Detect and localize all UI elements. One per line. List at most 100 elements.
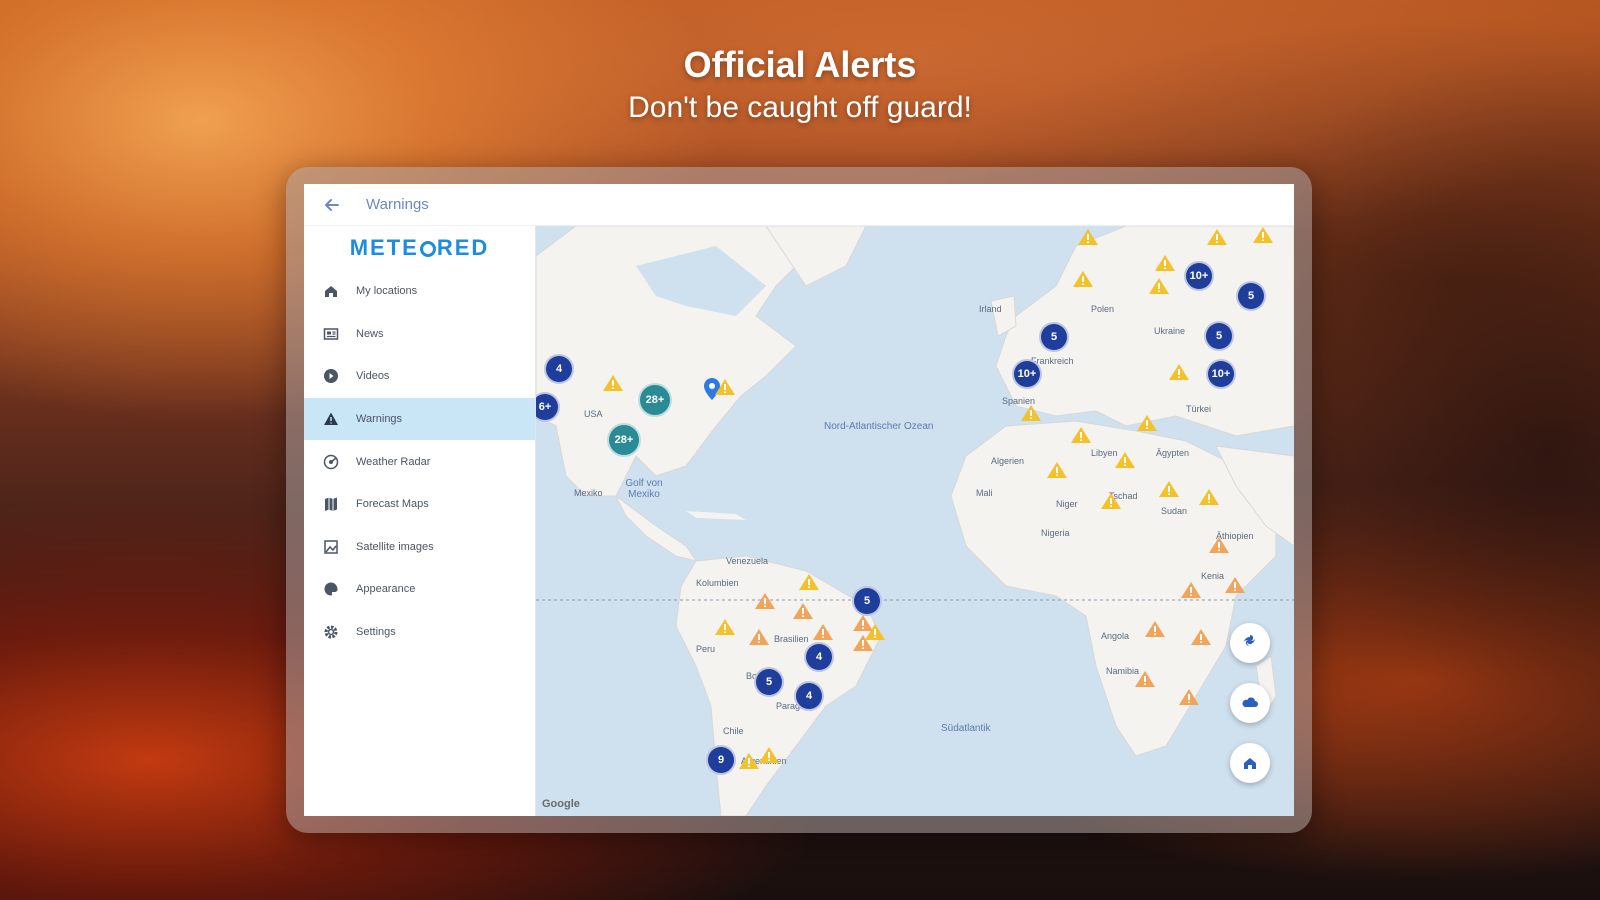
sidebar-item-label: My locations xyxy=(356,285,418,298)
map-icon xyxy=(322,495,340,513)
gear-icon xyxy=(322,623,340,641)
sidebar-item-weather-radar[interactable]: Weather Radar xyxy=(304,440,535,483)
meteored-logo: METE RED xyxy=(349,235,490,260)
orange-warning-icon[interactable] xyxy=(754,592,776,610)
country-label: Polen xyxy=(1091,304,1115,314)
warning-cluster[interactable]: 4 xyxy=(794,681,824,711)
orange-warning-icon[interactable] xyxy=(852,634,874,652)
orange-warning-icon[interactable] xyxy=(1180,581,1202,599)
warning-cluster[interactable]: 5 xyxy=(754,667,784,697)
sidebar-item-label: Videos xyxy=(356,370,390,383)
yellow-warning-icon[interactable] xyxy=(1100,492,1122,510)
palette-icon xyxy=(322,580,340,598)
warning-cluster[interactable]: 5 xyxy=(1204,321,1234,351)
sidebar-item-settings[interactable]: Settings xyxy=(304,611,535,654)
sidebar-item-label: News xyxy=(356,327,384,340)
orange-warning-icon[interactable] xyxy=(1190,628,1212,646)
country-label: Nigeria xyxy=(1041,528,1070,538)
sidebar-item-label: Appearance xyxy=(356,583,416,596)
app-screen: Warnings METE RED My locations News Video… xyxy=(304,184,1294,816)
hurricane-icon[interactable] xyxy=(1230,623,1270,663)
sidebar: METE RED My locations News Videos Warning… xyxy=(304,226,536,816)
yellow-warning-icon[interactable] xyxy=(1077,228,1099,246)
yellow-warning-icon[interactable] xyxy=(1198,488,1220,506)
sidebar-item-label: Settings xyxy=(356,626,396,639)
warning-icon xyxy=(322,410,340,428)
yellow-warning-icon[interactable] xyxy=(1046,461,1068,479)
warning-cluster[interactable]: 9 xyxy=(706,745,736,775)
hero-title: Official Alerts xyxy=(683,44,917,85)
yellow-warning-icon[interactable] xyxy=(602,374,624,392)
yellow-warning-icon[interactable] xyxy=(1114,451,1136,469)
country-label: Kenia xyxy=(1201,571,1225,581)
orange-warning-icon[interactable] xyxy=(1208,536,1230,554)
warning-cluster[interactable]: 28+ xyxy=(607,423,641,457)
yellow-warning-icon[interactable] xyxy=(1020,404,1042,422)
sidebar-item-satellite-images[interactable]: Satellite images xyxy=(304,526,535,569)
yellow-warning-icon[interactable] xyxy=(1206,228,1228,246)
ocean-label: Nord-Atlantischer Ozean xyxy=(824,421,934,432)
orange-warning-icon[interactable] xyxy=(1134,670,1156,688)
country-label: Venezuela xyxy=(726,556,769,566)
orange-warning-icon[interactable] xyxy=(792,602,814,620)
yellow-warning-icon[interactable] xyxy=(1148,277,1170,295)
yellow-warning-icon[interactable] xyxy=(1136,414,1158,432)
warning-cluster[interactable]: 28+ xyxy=(638,383,672,417)
home-icon xyxy=(322,282,340,300)
country-label: Angola xyxy=(1101,631,1130,641)
warning-cluster[interactable]: 5 xyxy=(1039,322,1069,352)
country-label: Peru xyxy=(696,644,716,654)
sidebar-item-label: Forecast Maps xyxy=(356,498,429,511)
yellow-warning-icon[interactable] xyxy=(1070,426,1092,444)
map-base xyxy=(536,226,1294,816)
news-icon xyxy=(322,325,340,343)
sidebar-item-appearance[interactable]: Appearance xyxy=(304,568,535,611)
country-label: Chile xyxy=(723,726,744,736)
warning-cluster[interactable]: 10+ xyxy=(1012,359,1042,389)
warning-cluster[interactable]: 4 xyxy=(544,354,574,384)
sidebar-item-news[interactable]: News xyxy=(304,313,535,356)
orange-warning-icon[interactable] xyxy=(1144,620,1166,638)
warning-cluster[interactable]: 4 xyxy=(804,642,834,672)
warning-cluster[interactable]: 5 xyxy=(1236,281,1266,311)
orange-warning-icon[interactable] xyxy=(852,614,874,632)
ocean-label: Südatlantik xyxy=(941,723,991,734)
yellow-warning-icon[interactable] xyxy=(798,573,820,591)
yellow-warning-icon[interactable] xyxy=(714,618,736,636)
country-label: Ägypten xyxy=(1156,448,1190,458)
yellow-warning-icon[interactable] xyxy=(1154,254,1176,272)
home-icon[interactable] xyxy=(1230,743,1270,783)
sidebar-item-label: Satellite images xyxy=(356,540,434,553)
country-label: Mexiko xyxy=(574,488,603,498)
arrow-left-icon[interactable] xyxy=(312,184,352,226)
orange-warning-icon[interactable] xyxy=(748,628,770,646)
yellow-warning-icon[interactable] xyxy=(1168,363,1190,381)
sidebar-item-warnings[interactable]: Warnings xyxy=(304,397,535,441)
sidebar-item-my-locations[interactable]: My locations xyxy=(304,270,535,313)
orange-warning-icon[interactable] xyxy=(812,623,834,641)
country-label: Türkei xyxy=(1186,404,1212,414)
sidebar-item-forecast-maps[interactable]: Forecast Maps xyxy=(304,483,535,526)
warning-cluster[interactable]: 5 xyxy=(852,586,882,616)
country-label: Ukraine xyxy=(1154,326,1186,336)
yellow-warning-icon[interactable] xyxy=(1252,226,1274,244)
sidebar-item-videos[interactable]: Videos xyxy=(304,355,535,398)
orange-warning-icon[interactable] xyxy=(1178,688,1200,706)
play-icon xyxy=(322,367,340,385)
country-label: Kolumbien xyxy=(696,578,739,588)
radar-icon xyxy=(322,453,340,471)
country-label: Irland xyxy=(979,304,1002,314)
warnings-map[interactable]: Nord-Atlantischer Ozean Golf von Mexiko … xyxy=(536,226,1294,816)
yellow-warning-icon[interactable] xyxy=(738,752,760,770)
country-label: Sudan xyxy=(1161,506,1188,516)
yellow-warning-icon[interactable] xyxy=(1158,480,1180,498)
sidebar-item-label: Warnings xyxy=(356,413,403,426)
yellow-warning-icon[interactable] xyxy=(758,746,780,764)
country-label: Brasilien xyxy=(774,634,809,644)
orange-warning-icon[interactable] xyxy=(1224,576,1246,594)
warning-cluster[interactable]: 10+ xyxy=(1184,261,1214,291)
warning-cluster[interactable]: 10+ xyxy=(1206,359,1236,389)
cloud-icon[interactable] xyxy=(1230,683,1270,723)
yellow-warning-icon[interactable] xyxy=(714,378,736,396)
yellow-warning-icon[interactable] xyxy=(1072,270,1094,288)
